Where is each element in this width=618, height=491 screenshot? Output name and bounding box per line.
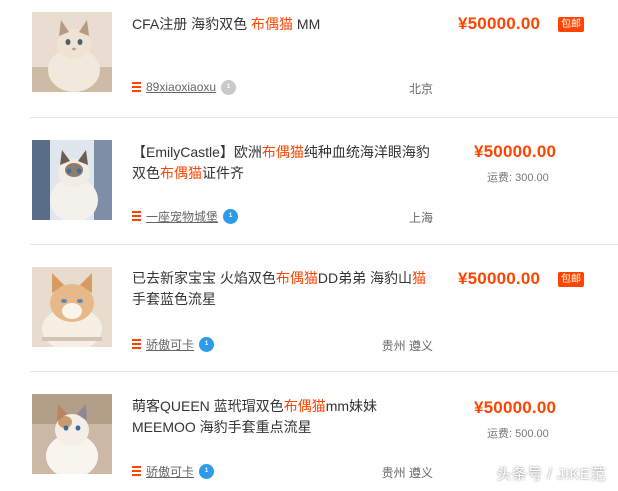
listing-title-3[interactable]: 已去新家宝宝 火焰双色布偶猫DD弟弟 海豹山猫手套蓝色流星 <box>132 268 437 310</box>
location: 贵州 遵义 <box>381 339 433 353</box>
seller-row: 89xiaoxiaoxu 1 <box>132 79 237 95</box>
seller-link[interactable]: 骄傲可卡 <box>146 336 194 353</box>
listing-item-1: CFA注册 海豹双色 布偶猫 MM ¥50000.00 包邮 89xiaoxia… <box>0 0 618 118</box>
seller-link[interactable]: 一座宠物城堡 <box>146 208 218 225</box>
title-keyword: 猫 <box>412 270 427 286</box>
seller-level-icon: 1 <box>199 336 215 352</box>
cat-photo-icon <box>32 394 112 474</box>
price: ¥50000.00 <box>474 398 557 417</box>
title-segment: MM <box>293 16 321 32</box>
seller-level-icon: 1 <box>223 208 239 224</box>
title-keyword: 布偶猫 <box>160 165 202 181</box>
location: 上海 <box>408 211 433 225</box>
price: ¥50000.00 <box>458 269 541 288</box>
title-segment: 手套蓝色流星 <box>132 291 216 307</box>
listing-item-2: 【EmilyCastle】欧洲布偶猫纯种血统海洋眼海豹双色布偶猫证件齐 ¥500… <box>0 118 618 245</box>
price: ¥50000.00 <box>474 142 557 161</box>
listing-item-3: 已去新家宝宝 火焰双色布偶猫DD弟弟 海豹山猫手套蓝色流星 ¥50000.00 … <box>0 245 618 372</box>
title-keyword: 布偶猫 <box>251 16 294 32</box>
seller-level-icon: 1 <box>221 79 237 95</box>
cat-photo-icon <box>32 12 112 92</box>
seller-row: 骄傲可卡 1 <box>132 336 215 353</box>
title-keyword: 布偶猫 <box>261 144 304 160</box>
free-shipping-badge: 包邮 <box>558 17 584 32</box>
title-keyword: 布偶猫 <box>283 398 326 414</box>
title-segment: 证件齐 <box>202 165 244 181</box>
cat-photo-icon <box>32 140 112 220</box>
seller-list-icon <box>132 81 141 93</box>
listing-title-1[interactable]: CFA注册 海豹双色 布偶猫 MM <box>132 14 437 35</box>
seller-row: 一座宠物城堡 1 <box>132 208 239 225</box>
watermark: 头条号 / JIKE范 <box>496 466 606 483</box>
seller-link[interactable]: 89xiaoxiaoxu <box>146 80 216 94</box>
price: ¥50000.00 <box>458 14 541 33</box>
listing-thumbnail-1[interactable] <box>32 12 112 92</box>
seller-level-icon: 1 <box>199 463 215 479</box>
shipping-fee: 运费: 300.00 <box>487 172 549 184</box>
listing-thumbnail-2[interactable] <box>32 140 112 220</box>
listing-title-4[interactable]: 萌客QUEEN 蓝玳瑁双色布偶猫mm妹妹 MEEMOO 海豹手套重点流星 <box>132 396 437 438</box>
seller-list-icon <box>132 338 141 350</box>
listing-thumbnail-3[interactable] <box>32 267 112 347</box>
free-shipping-badge: 包邮 <box>558 272 584 287</box>
title-segment: DD弟弟 海豹山 <box>317 270 413 286</box>
title-segment: 萌客QUEEN 蓝玳瑁双色 <box>132 398 284 414</box>
seller-link[interactable]: 骄傲可卡 <box>146 463 194 480</box>
listing-title-2[interactable]: 【EmilyCastle】欧洲布偶猫纯种血统海洋眼海豹双色布偶猫证件齐 <box>132 142 437 184</box>
listing-thumbnail-4[interactable] <box>32 394 112 474</box>
location: 北京 <box>408 82 433 96</box>
shipping-fee: 运费: 500.00 <box>487 428 549 440</box>
seller-row: 骄傲可卡 1 <box>132 463 215 480</box>
title-segment: 已去新家宝宝 火焰双色 <box>132 270 276 286</box>
seller-list-icon <box>132 210 141 222</box>
title-segment: CFA注册 海豹双色 <box>132 16 252 32</box>
seller-list-icon <box>132 465 141 477</box>
title-keyword: 布偶猫 <box>275 270 318 286</box>
cat-photo-icon <box>32 267 112 347</box>
title-segment: 【EmilyCastle】欧洲 <box>132 144 262 160</box>
location: 贵州 遵义 <box>381 466 433 480</box>
